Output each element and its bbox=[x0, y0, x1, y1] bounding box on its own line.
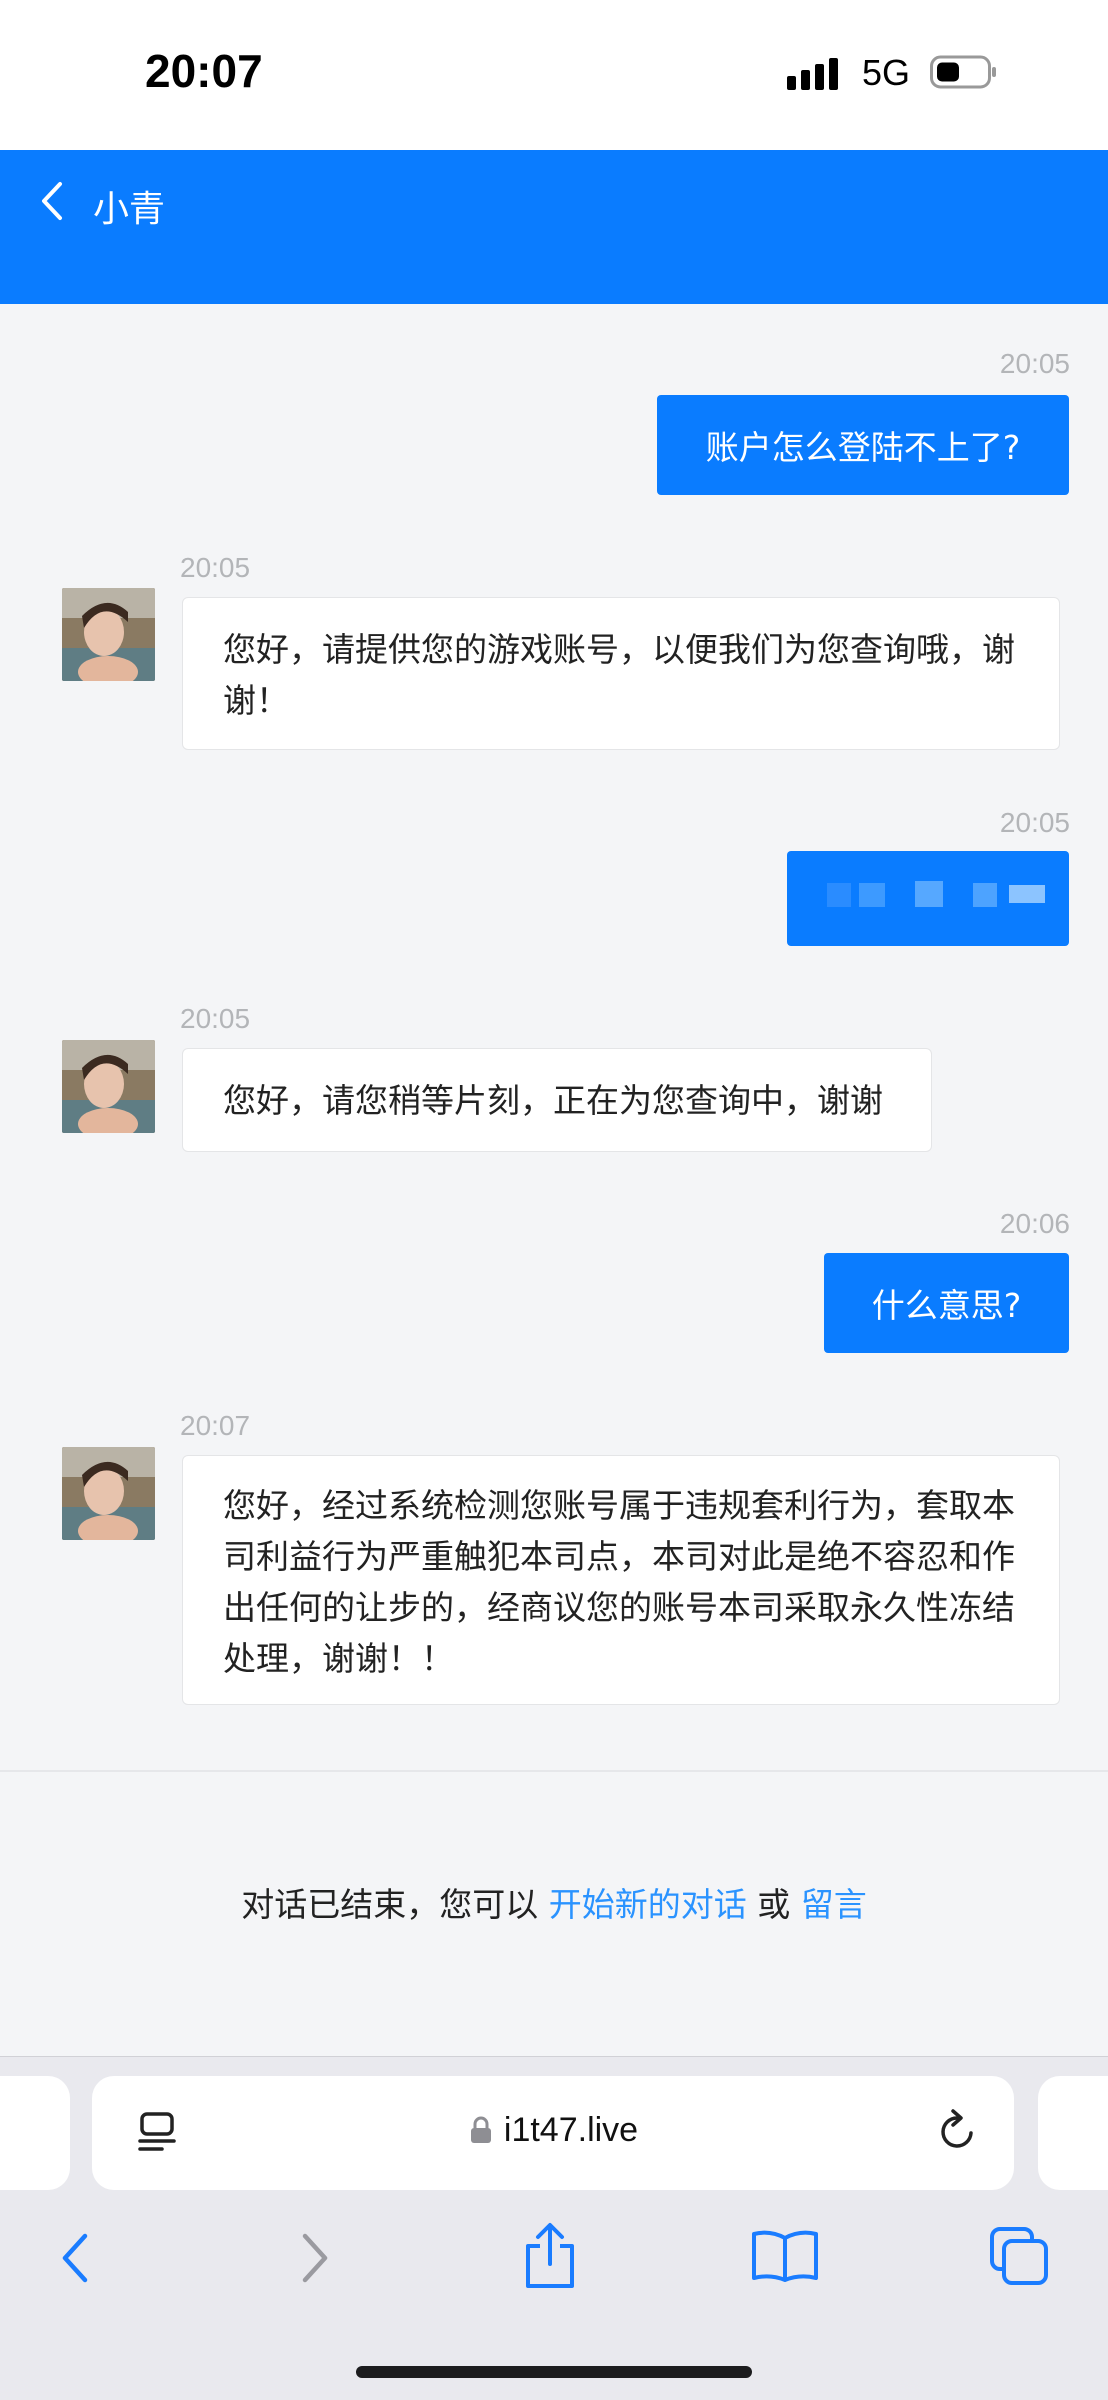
signal-icon bbox=[787, 58, 838, 90]
leave-message-link[interactable]: 留言 bbox=[801, 1885, 867, 1924]
message-time: 20:05 bbox=[180, 1003, 251, 1034]
redacted-pixels bbox=[827, 881, 1045, 907]
conversation-ended-note: 对话已结束，您可以 开始新的对话 或 留言 bbox=[0, 1878, 1108, 1926]
ended-or: 或 bbox=[757, 1885, 791, 1924]
message-time: 20:06 bbox=[999, 1208, 1070, 1239]
message-bubble-outgoing: 什么意思? bbox=[824, 1253, 1069, 1353]
message-bubble-incoming: 您好，经过系统检测您账号属于违规套利行为，套取本司利益行为严重触犯本司点，本司对… bbox=[182, 1455, 1060, 1705]
avatar bbox=[62, 1040, 155, 1133]
tabs-icon[interactable] bbox=[988, 2225, 1050, 2287]
avatar bbox=[62, 1447, 155, 1540]
avatar-photo bbox=[62, 1447, 155, 1540]
home-indicator bbox=[356, 2366, 752, 2378]
browser-forward-icon[interactable] bbox=[295, 2230, 335, 2286]
message-time: 20:05 bbox=[999, 807, 1070, 838]
lock-icon bbox=[470, 2116, 491, 2143]
url-text: i1t47.live bbox=[503, 2111, 639, 2149]
message-bubble-incoming: 您好，请提供您的游戏账号，以便我们为您查询哦，谢谢！ bbox=[182, 597, 1060, 750]
avatar bbox=[62, 588, 155, 681]
back-chevron-icon[interactable] bbox=[30, 178, 76, 224]
message-bubble-incoming: 您好，请您稍等片刻，正在为您查询中，谢谢 bbox=[182, 1048, 932, 1152]
message-bubble-outgoing: 账户怎么登陆不上了? bbox=[657, 395, 1069, 495]
agent-name: 小青 bbox=[93, 189, 166, 230]
start-new-chat-link[interactable]: 开始新的对话 bbox=[549, 1885, 747, 1924]
bookmarks-icon[interactable] bbox=[750, 2228, 820, 2284]
browser-back-icon[interactable] bbox=[55, 2230, 95, 2286]
message-time: 20:05 bbox=[999, 348, 1070, 379]
avatar-photo bbox=[62, 588, 155, 681]
message-bubble-outgoing-redacted bbox=[787, 851, 1069, 946]
reload-icon[interactable] bbox=[935, 2108, 981, 2154]
ended-prefix: 对话已结束，您可以 bbox=[241, 1885, 539, 1924]
share-icon[interactable] bbox=[520, 2222, 580, 2290]
chat-header bbox=[0, 150, 1108, 304]
message-time: 20:07 bbox=[180, 1410, 251, 1441]
message-time: 20:05 bbox=[180, 552, 251, 583]
battery-icon bbox=[930, 55, 996, 89]
status-time: 20:07 bbox=[145, 45, 263, 97]
avatar-photo bbox=[62, 1040, 155, 1133]
network-label: 5G bbox=[862, 52, 911, 93]
